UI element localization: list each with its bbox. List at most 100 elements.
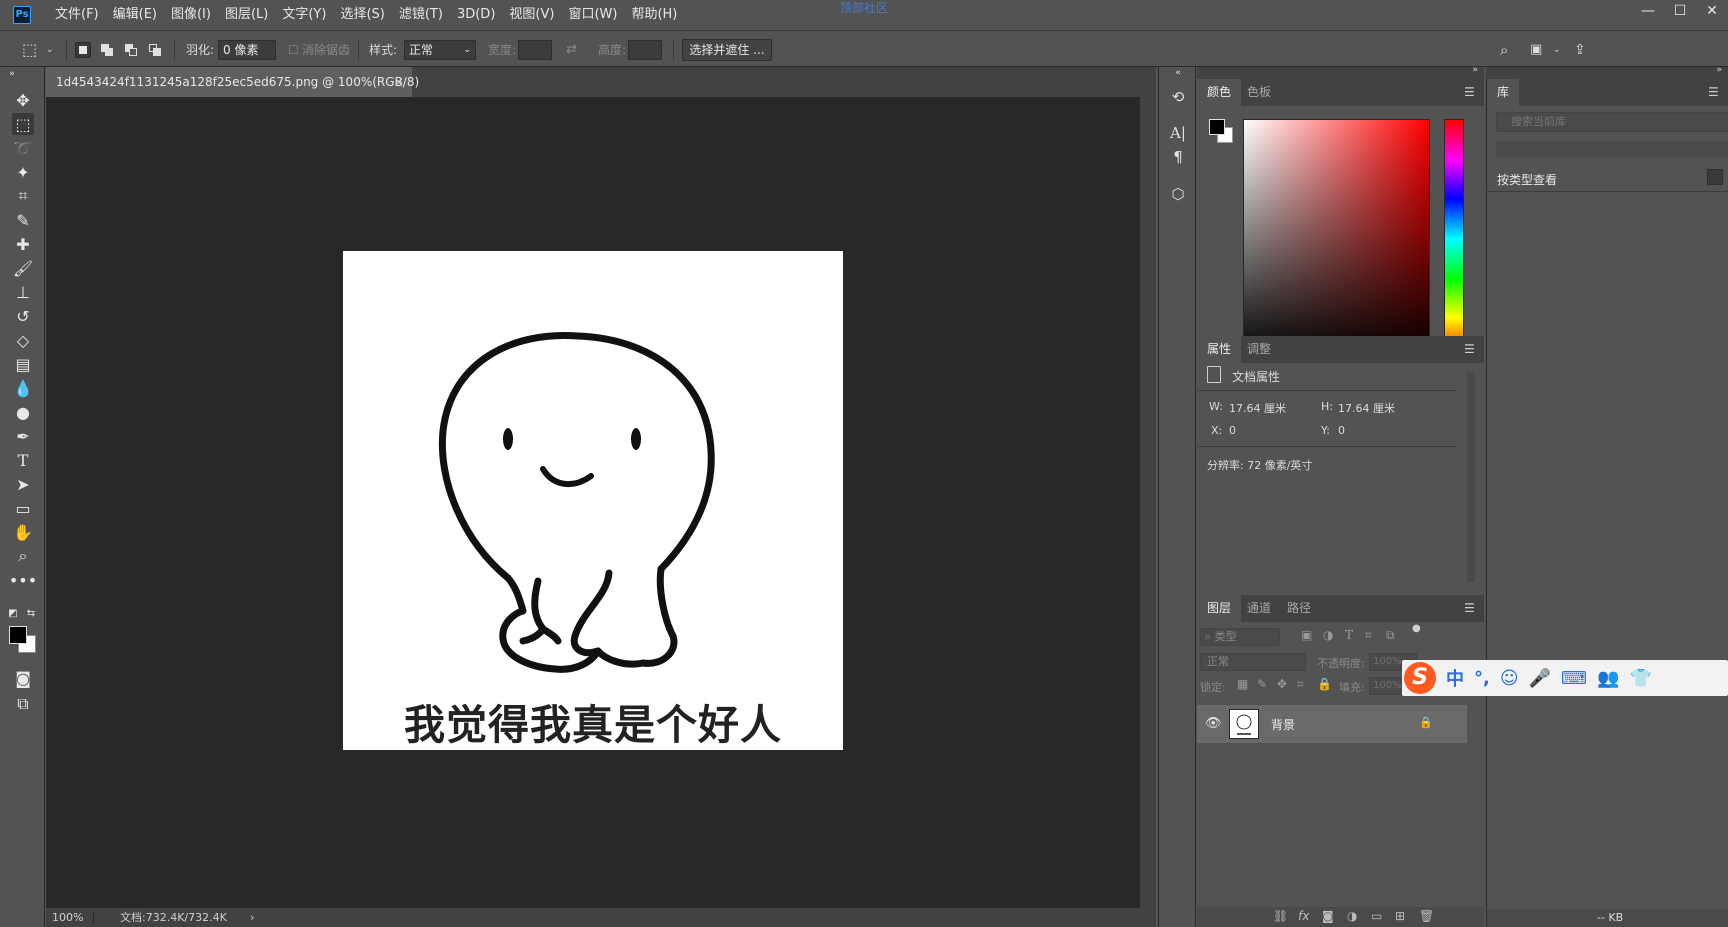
- path-selection-tool-icon[interactable]: ➤: [12, 473, 34, 495]
- collapse-strip-icon[interactable]: «: [1168, 67, 1188, 79]
- lock-artboard-icon[interactable]: ⌗: [1297, 677, 1304, 692]
- collapse-panels-icon[interactable]: »: [1472, 65, 1478, 75]
- history-panel-icon[interactable]: ⟲: [1168, 87, 1188, 107]
- tab-libraries[interactable]: 库: [1487, 79, 1520, 106]
- height-value[interactable]: 17.64 厘米: [1338, 400, 1395, 416]
- menu-filter[interactable]: 滤镜(T): [392, 0, 450, 30]
- tab-swatches[interactable]: 色板: [1237, 79, 1281, 106]
- document-image[interactable]: 我觉得我真是个好人: [343, 251, 843, 750]
- tab-adjustments[interactable]: 调整: [1237, 336, 1281, 363]
- zoom-level[interactable]: 100%: [52, 908, 83, 927]
- collapse-panels-icon[interactable]: »: [1716, 65, 1722, 75]
- menu-type[interactable]: 文字(Y): [275, 0, 333, 30]
- eraser-tool-icon[interactable]: ◇: [12, 329, 34, 351]
- tab-channels[interactable]: 通道: [1237, 595, 1281, 622]
- sogou-logo[interactable]: S: [1404, 662, 1436, 694]
- more-tools-icon[interactable]: •••: [9, 569, 37, 591]
- swap-dimensions-icon[interactable]: ⇄: [566, 40, 577, 60]
- 3d-panel-icon[interactable]: ⬡: [1168, 184, 1188, 204]
- workspace-icon[interactable]: ▣: [1530, 40, 1542, 60]
- ime-voice-icon[interactable]: 🎤: [1529, 668, 1551, 689]
- intersect-selection-icon[interactable]: [147, 42, 163, 58]
- share-icon[interactable]: ⇪: [1574, 40, 1586, 60]
- filter-type-icon[interactable]: T: [1345, 628, 1353, 642]
- ime-skin-icon[interactable]: 👕: [1629, 668, 1651, 689]
- move-tool-icon[interactable]: ✥: [12, 89, 34, 111]
- filter-toggle-icon[interactable]: ●: [1412, 623, 1421, 634]
- view-by-type-toggle[interactable]: [1707, 169, 1723, 185]
- library-search-input[interactable]: 搜索当前库: [1496, 112, 1728, 132]
- new-selection-icon[interactable]: [75, 42, 91, 58]
- layer-filter-select[interactable]: ⌕ 类型: [1200, 628, 1280, 646]
- screen-mode-icon[interactable]: ⧉: [12, 693, 34, 715]
- panel-menu-icon[interactable]: ☰: [1464, 85, 1476, 99]
- crop-tool-icon[interactable]: ⌗: [12, 185, 34, 207]
- filter-adjustment-icon[interactable]: ◑: [1323, 628, 1333, 642]
- menu-image[interactable]: 图像(I): [164, 0, 218, 30]
- gradient-tool-icon[interactable]: ▤: [12, 353, 34, 375]
- menu-window[interactable]: 窗口(W): [561, 0, 624, 30]
- clone-stamp-tool-icon[interactable]: ⊥: [12, 281, 34, 303]
- blend-mode-select[interactable]: 正常: [1200, 653, 1306, 671]
- paragraph-panel-icon[interactable]: ¶: [1168, 147, 1188, 167]
- zoom-tool-icon[interactable]: ⌕: [12, 545, 34, 567]
- lock-position-icon[interactable]: ✥: [1277, 677, 1287, 691]
- eyedropper-tool-icon[interactable]: ✎: [12, 209, 34, 231]
- antialias-checkbox[interactable]: ☐: [288, 40, 299, 60]
- layer-style-icon[interactable]: fx: [1298, 909, 1309, 923]
- close-tab-icon[interactable]: ×: [394, 67, 404, 97]
- hand-tool-icon[interactable]: ✋: [12, 521, 34, 543]
- blur-tool-icon[interactable]: 💧: [12, 377, 34, 399]
- menu-3d[interactable]: 3D(D): [450, 0, 502, 30]
- library-select[interactable]: [1496, 141, 1728, 157]
- swap-colors-icon[interactable]: ⇆: [24, 607, 38, 619]
- menu-layer[interactable]: 图层(L): [218, 0, 275, 30]
- maximize-button[interactable]: ☐: [1664, 0, 1696, 22]
- filter-pixel-icon[interactable]: ▣: [1301, 628, 1312, 642]
- filter-shape-icon[interactable]: ⌗: [1365, 628, 1372, 643]
- type-tool-icon[interactable]: T: [12, 449, 34, 471]
- filter-smart-object-icon[interactable]: ⧉: [1386, 628, 1395, 643]
- lasso-tool-icon[interactable]: ➰: [12, 137, 34, 159]
- eye-icon[interactable]: 👁: [1205, 716, 1222, 731]
- ime-chinese-mode[interactable]: 中: [1446, 665, 1464, 691]
- add-mask-icon[interactable]: ◙: [1322, 909, 1334, 923]
- character-panel-icon[interactable]: A|: [1168, 123, 1188, 143]
- ime-user-icon[interactable]: 👥: [1597, 668, 1619, 689]
- search-icon[interactable]: ⌕: [1500, 40, 1508, 60]
- new-group-icon[interactable]: ▭: [1371, 909, 1382, 923]
- width-input[interactable]: [518, 40, 552, 60]
- link-layers-icon[interactable]: ⛓: [1273, 909, 1288, 923]
- default-colors-icon[interactable]: ◩: [6, 607, 20, 619]
- menu-view[interactable]: 视图(V): [502, 0, 561, 30]
- hue-slider[interactable]: [1444, 119, 1464, 359]
- healing-brush-tool-icon[interactable]: ✚: [12, 233, 34, 255]
- color-field[interactable]: [1243, 119, 1430, 359]
- lock-all-icon[interactable]: 🔒: [1317, 677, 1332, 691]
- menu-file[interactable]: 文件(F): [48, 0, 106, 30]
- document-tab[interactable]: 1d4543424f1131245a128f25ec5ed675.png @ 1…: [46, 67, 419, 97]
- layer-name[interactable]: 背景: [1271, 716, 1295, 733]
- style-select[interactable]: 正常 ⌄: [404, 40, 476, 60]
- collapse-toolbox-icon[interactable]: »: [6, 69, 18, 79]
- foreground-color-swatch[interactable]: [9, 626, 27, 644]
- panel-menu-icon[interactable]: ☰: [1464, 601, 1476, 615]
- y-value[interactable]: 0: [1338, 424, 1345, 437]
- rectangle-tool-icon[interactable]: ▭: [12, 497, 34, 519]
- pen-tool-icon[interactable]: ✒: [12, 425, 34, 447]
- minimize-button[interactable]: —: [1632, 0, 1664, 22]
- feather-input[interactable]: 0 像素: [218, 40, 276, 60]
- menu-help[interactable]: 帮助(H): [624, 0, 684, 30]
- ime-emoji-icon[interactable]: ☺: [1500, 668, 1519, 689]
- add-selection-icon[interactable]: [99, 42, 115, 58]
- subtract-selection-icon[interactable]: [123, 42, 139, 58]
- chevron-down-icon[interactable]: ⌄: [1553, 40, 1561, 60]
- canvas-vertical-scrollbar[interactable]: [1139, 97, 1156, 908]
- ime-keyboard-icon[interactable]: ⌨: [1561, 668, 1587, 689]
- delete-layer-icon[interactable]: 🗑: [1419, 909, 1434, 923]
- x-value[interactable]: 0: [1229, 424, 1236, 437]
- magic-wand-tool-icon[interactable]: ✦: [12, 161, 34, 183]
- foreground-color-swatch[interactable]: [1209, 119, 1225, 135]
- tab-properties[interactable]: 属性: [1197, 336, 1242, 363]
- panel-scrollbar[interactable]: [1467, 372, 1475, 582]
